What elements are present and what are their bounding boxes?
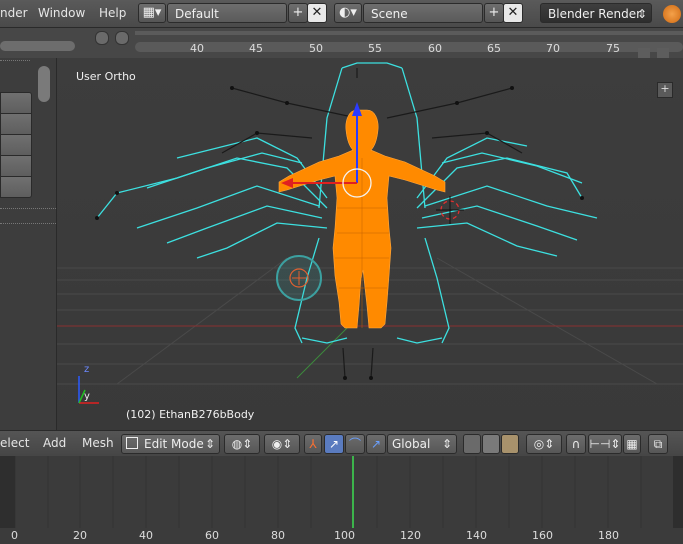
viewport-scene (57, 62, 683, 404)
translate-manipulator-icon[interactable]: ↗ (324, 434, 344, 454)
panel-grip[interactable] (0, 60, 30, 64)
screen-layout-field[interactable]: Default (167, 3, 287, 23)
tick-label: 75 (606, 42, 620, 55)
transform-orientation-dropdown[interactable]: Global ⇕ (387, 434, 457, 454)
tick-label: 100 (334, 529, 355, 542)
tick-label: 140 (466, 529, 487, 542)
3d-viewport[interactable]: User Ortho (102) EthanB276bBody z y + (57, 58, 683, 430)
menu-render[interactable]: nder (0, 6, 28, 20)
timeline-top-strip (0, 28, 683, 58)
view-label: User Ortho (76, 70, 136, 83)
delete-scene-button[interactable]: ✕ (503, 3, 523, 23)
camera-preview-icon[interactable]: ⧉ (648, 434, 668, 454)
tool-button[interactable] (0, 155, 32, 177)
proportional-edit-button[interactable]: ◎⇕ (526, 434, 562, 454)
viewport-shading-button[interactable]: ◍⇕ (224, 434, 260, 454)
scene-field[interactable]: Scene (363, 3, 483, 23)
timeline-scrollbar[interactable] (135, 42, 683, 52)
snap-magnet-icon[interactable]: ∩ (566, 434, 586, 454)
axis-z-label: z (84, 364, 90, 375)
tool-button[interactable] (0, 92, 32, 114)
add-screen-button[interactable]: + (288, 3, 308, 23)
tick-label: 80 (271, 529, 285, 542)
tool-button[interactable] (0, 176, 32, 198)
z-arrow-icon (352, 102, 362, 116)
properties-toggle-icon[interactable]: + (657, 82, 673, 98)
chevron-down-icon: ⇕ (636, 7, 647, 21)
tick-label: 40 (139, 529, 153, 542)
tick-label: 65 (487, 42, 501, 55)
axis-y-label: y (84, 391, 90, 402)
tick-label: 120 (400, 529, 421, 542)
rotate-manipulator-icon[interactable]: ⌒ (345, 434, 365, 454)
tick-label: 50 (309, 42, 323, 55)
3d-view-header: elect Add Mesh Edit Mode ⇕ ◍⇕ ◉⇕ ⅄ ↗ ⌒ ↗… (0, 430, 683, 457)
tick-label: 70 (546, 42, 560, 55)
zoom-handle-icon[interactable] (95, 31, 109, 45)
tick-label: 160 (532, 529, 553, 542)
mode-dropdown[interactable]: Edit Mode ⇕ (121, 434, 220, 454)
delete-screen-button[interactable]: ✕ (307, 3, 327, 23)
timeline-strip-bar (135, 31, 683, 35)
render-engine-dropdown[interactable]: Blender Render ⇕ (540, 3, 652, 23)
face-select-icon[interactable] (501, 434, 519, 454)
orientation-label: Global (392, 437, 431, 451)
tick-label: 45 (249, 42, 263, 55)
pivot-point-button[interactable]: ◉⇕ (264, 434, 300, 454)
mode-label: Edit Mode (144, 437, 204, 451)
menu-add[interactable]: Add (43, 436, 66, 450)
render-engine-label: Blender Render (548, 7, 642, 21)
menu-select[interactable]: elect (0, 436, 29, 450)
tool-button[interactable] (0, 134, 32, 156)
timeline-editor[interactable] (0, 456, 683, 530)
add-scene-button[interactable]: + (484, 3, 504, 23)
tool-shelf (0, 58, 57, 430)
manipulator-toggle-icon[interactable]: ⅄ (304, 434, 322, 454)
tick-label: 180 (598, 529, 619, 542)
object-info: (102) EthanB276bBody (126, 408, 255, 421)
tick-label: 55 (368, 42, 382, 55)
panel-divider (0, 208, 56, 210)
timeline-grid (0, 456, 683, 530)
screen-layout-icon[interactable]: ▦▾ (138, 3, 166, 23)
edge-select-icon[interactable] (482, 434, 500, 454)
tick-label: 20 (73, 529, 87, 542)
3d-cursor-icon (436, 196, 464, 224)
tick-label: 60 (428, 42, 442, 55)
zoom-handle-icon[interactable] (115, 31, 129, 45)
blender-logo-icon[interactable] (663, 5, 681, 23)
scene-icon[interactable]: ◐▾ (334, 3, 362, 23)
brush-circle-icon (276, 255, 322, 301)
chevron-down-icon: ⇕ (441, 437, 452, 451)
menu-mesh[interactable]: Mesh (82, 436, 114, 450)
tick-label: 40 (190, 42, 204, 55)
tick-label: 0 (11, 529, 18, 542)
scale-manipulator-icon[interactable]: ↗ (366, 434, 386, 454)
menu-window[interactable]: Window (38, 6, 85, 20)
chevron-down-icon: ⇕ (204, 437, 215, 451)
horizontal-scrollbar[interactable] (0, 41, 75, 51)
tool-button[interactable] (0, 113, 32, 135)
vertex-select-icon[interactable] (463, 434, 481, 454)
edit-mode-icon (126, 437, 138, 449)
render-layer-icon[interactable]: ▦ (623, 434, 641, 454)
area-split-plus-icon[interactable] (638, 48, 650, 58)
area-split-plus-icon[interactable] (657, 48, 669, 58)
shelf-scrollbar[interactable] (38, 66, 50, 102)
menu-help[interactable]: Help (99, 6, 126, 20)
snap-element-button[interactable]: ⊢⊣⇕ (588, 434, 622, 454)
tick-label: 60 (205, 529, 219, 542)
panel-divider (0, 223, 56, 225)
info-header: nder Window Help ▦▾ Default + ✕ ◐▾ Scene… (0, 0, 683, 28)
